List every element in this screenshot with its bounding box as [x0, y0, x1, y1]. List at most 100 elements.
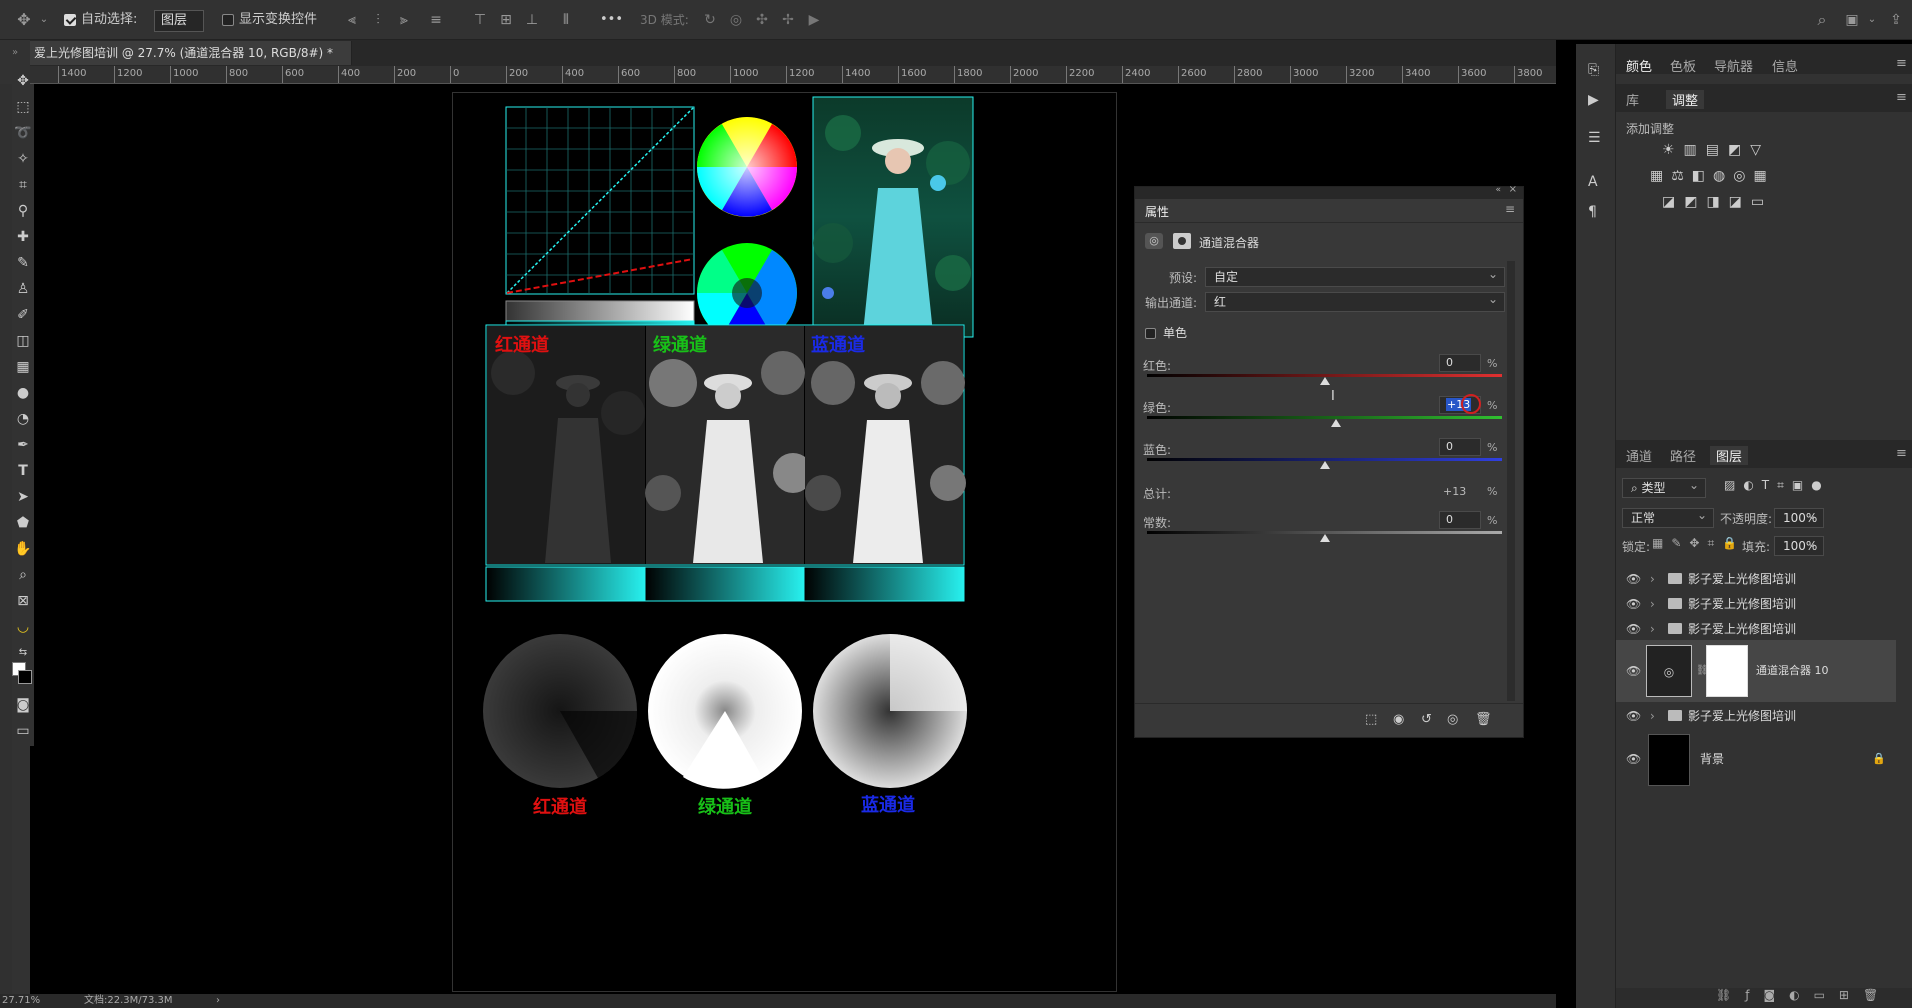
opacity-input[interactable]: 100%: [1774, 506, 1824, 528]
layer-row[interactable]: 👁 背景 🔒: [1616, 730, 1896, 788]
adjustment-icons-row-3[interactable]: ◪◩◨◪▭: [1662, 194, 1773, 210]
reset-icon[interactable]: ↺: [1421, 712, 1432, 727]
red-value-input[interactable]: 0: [1439, 354, 1481, 372]
distribute-icon[interactable]: ≡: [426, 0, 446, 40]
panel-menu-icon[interactable]: ≡: [1896, 90, 1907, 105]
lasso-tool-icon[interactable]: ➰: [14, 124, 32, 142]
collapse-icon[interactable]: «: [1495, 185, 1501, 195]
tab-adjustments[interactable]: 调整: [1666, 90, 1705, 109]
blue-slider-thumb[interactable]: [1320, 461, 1330, 469]
view-previous-icon[interactable]: ◉: [1393, 712, 1404, 727]
brush-tool-icon[interactable]: ✎: [14, 254, 32, 272]
move-tool-icon[interactable]: ✥: [14, 0, 34, 40]
checkbox-unchecked-icon[interactable]: [1145, 328, 1156, 339]
gradient-tool-icon[interactable]: ▦: [14, 358, 32, 376]
history-brush-tool-icon[interactable]: ✐: [14, 306, 32, 324]
tab-navigator[interactable]: 导航器: [1714, 56, 1753, 75]
visibility-eye-icon[interactable]: 👁: [1626, 640, 1641, 702]
adjustment-icons-row-2[interactable]: ▦⚖◧◍◎▦: [1650, 168, 1775, 184]
layer-filter-dropdown[interactable]: ⌕ 类型: [1622, 476, 1706, 498]
align-left-icon[interactable]: ⫷: [342, 0, 362, 40]
tab-swatches[interactable]: 色板: [1670, 56, 1696, 75]
align-top-icon[interactable]: ⊤: [470, 0, 490, 40]
more-button[interactable]: •••: [600, 0, 623, 40]
eraser-tool-icon[interactable]: ◫: [14, 332, 32, 350]
marquee-tool-icon[interactable]: ⬚: [14, 98, 32, 116]
green-slider-track[interactable]: [1147, 416, 1502, 419]
roll-3d-icon[interactable]: ◎: [726, 0, 746, 40]
constant-value-input[interactable]: 0: [1439, 511, 1481, 529]
channel-mixer-icon[interactable]: ◎: [1145, 233, 1163, 249]
dodge-tool-icon[interactable]: ◔: [14, 410, 32, 428]
layer-row[interactable]: 👁 › 影子爱上光修图培训: [1616, 591, 1896, 617]
auto-select-checkbox[interactable]: 自动选择:: [64, 0, 137, 40]
panel-menu-icon[interactable]: ≡: [1896, 446, 1907, 461]
paragraph-icon[interactable]: ¶: [1588, 204, 1597, 220]
document-tab[interactable]: 爱上光修图培训 @ 27.7% (通道混合器 10, RGB/8#) * ×: [30, 41, 352, 84]
search-icon[interactable]: ⌕: [1812, 0, 1832, 40]
layers-footer-icons[interactable]: ⛓ƒ◙◐▭⊞🗑: [1616, 988, 1912, 1008]
checkbox-unchecked-icon[interactable]: [222, 13, 234, 26]
path-select-tool-icon[interactable]: ➤: [14, 488, 32, 506]
document-canvas[interactable]: 红通道 绿通道 蓝通道 红通道 绿通道 蓝通道: [452, 92, 1117, 992]
history-icon[interactable]: ⎘: [1588, 62, 1599, 78]
frame-tool-icon[interactable]: ⊠: [14, 592, 32, 610]
tab-channels[interactable]: 通道: [1626, 446, 1652, 465]
chevron-down-icon[interactable]: ⌄: [1862, 0, 1882, 40]
chevron-right-icon[interactable]: ›: [1650, 703, 1655, 729]
hand-tool-icon[interactable]: ✋: [14, 540, 32, 558]
visibility-eye-icon[interactable]: ◎: [1447, 712, 1458, 727]
stamp-tool-icon[interactable]: ♙: [14, 280, 32, 298]
zoom-tool-icon[interactable]: ⌕: [14, 566, 32, 584]
align-vcenter-icon[interactable]: ⊞: [496, 0, 516, 40]
chevron-down-icon[interactable]: ⌄: [34, 0, 54, 40]
eyedropper-tool-icon[interactable]: ⚲: [14, 202, 32, 220]
visibility-eye-icon[interactable]: 👁: [1626, 703, 1641, 729]
collapse-arrows-icon[interactable]: »: [0, 40, 30, 66]
slide-3d-icon[interactable]: ✢: [778, 0, 798, 40]
monochrome-checkbox[interactable]: 单色: [1145, 324, 1187, 341]
chevron-right-icon[interactable]: ›: [1650, 591, 1655, 617]
adjustment-icons-row-1[interactable]: ☀▥▤◩▽: [1662, 142, 1770, 158]
tab-layers[interactable]: 图层: [1710, 446, 1749, 465]
layer-row[interactable]: 👁 › 影子爱上光修图培训: [1616, 616, 1896, 642]
pen-tool-icon[interactable]: ✒: [14, 436, 32, 454]
trash-icon[interactable]: 🗑: [1475, 712, 1492, 727]
type-tool-icon[interactable]: T: [14, 462, 32, 480]
healing-brush-tool-icon[interactable]: ✚: [14, 228, 32, 246]
actions-play-icon[interactable]: ▶: [1588, 92, 1599, 108]
properties-scrollbar[interactable]: [1507, 261, 1515, 701]
rotate-3d-icon[interactable]: ↻: [700, 0, 720, 40]
blend-mode-dropdown[interactable]: 正常: [1622, 506, 1714, 528]
shape-tool-icon[interactable]: ⬟: [14, 514, 32, 532]
checkbox-checked-icon[interactable]: [64, 13, 76, 26]
align-bottom-icon[interactable]: ⊥: [522, 0, 542, 40]
tab-libraries[interactable]: 库: [1626, 90, 1639, 109]
distribute-v-icon[interactable]: ⦀: [556, 0, 576, 40]
lock-icons[interactable]: ▦✎✥⌗🔒: [1652, 536, 1745, 551]
quick-mask-icon[interactable]: ◙: [14, 696, 32, 714]
properties-icon[interactable]: ☰: [1588, 130, 1601, 146]
share-icon[interactable]: ⇪: [1886, 0, 1906, 40]
tab-color[interactable]: 颜色: [1626, 56, 1652, 75]
chevron-right-icon[interactable]: ›: [1650, 566, 1655, 592]
crop-tool-icon[interactable]: ⌗: [14, 176, 32, 194]
visibility-eye-icon[interactable]: 👁: [1626, 730, 1641, 788]
output-channel-dropdown[interactable]: 红: [1205, 290, 1505, 312]
layer-row[interactable]: 👁 › 影子爱上光修图培训: [1616, 566, 1896, 592]
green-slider-thumb[interactable]: [1331, 419, 1341, 427]
video-camera-icon[interactable]: ▶: [804, 0, 824, 40]
tab-paths[interactable]: 路径: [1670, 446, 1696, 465]
drag-3d-icon[interactable]: ✣: [752, 0, 772, 40]
banana-icon[interactable]: ◡: [14, 618, 32, 636]
blur-tool-icon[interactable]: ●: [14, 384, 32, 402]
character-icon[interactable]: A: [1588, 174, 1598, 190]
panel-menu-icon[interactable]: ≡: [1896, 56, 1907, 71]
layer-row-selected[interactable]: 👁 ◎ ⛓ 通道混合器 10: [1616, 640, 1896, 702]
background-color-swatch[interactable]: [18, 670, 32, 684]
constant-slider-thumb[interactable]: [1320, 534, 1330, 542]
chevron-right-icon[interactable]: ›: [1650, 616, 1655, 642]
preset-dropdown[interactable]: 自定: [1205, 265, 1505, 287]
blue-value-input[interactable]: 0: [1439, 438, 1481, 456]
magic-wand-tool-icon[interactable]: ✧: [14, 150, 32, 168]
